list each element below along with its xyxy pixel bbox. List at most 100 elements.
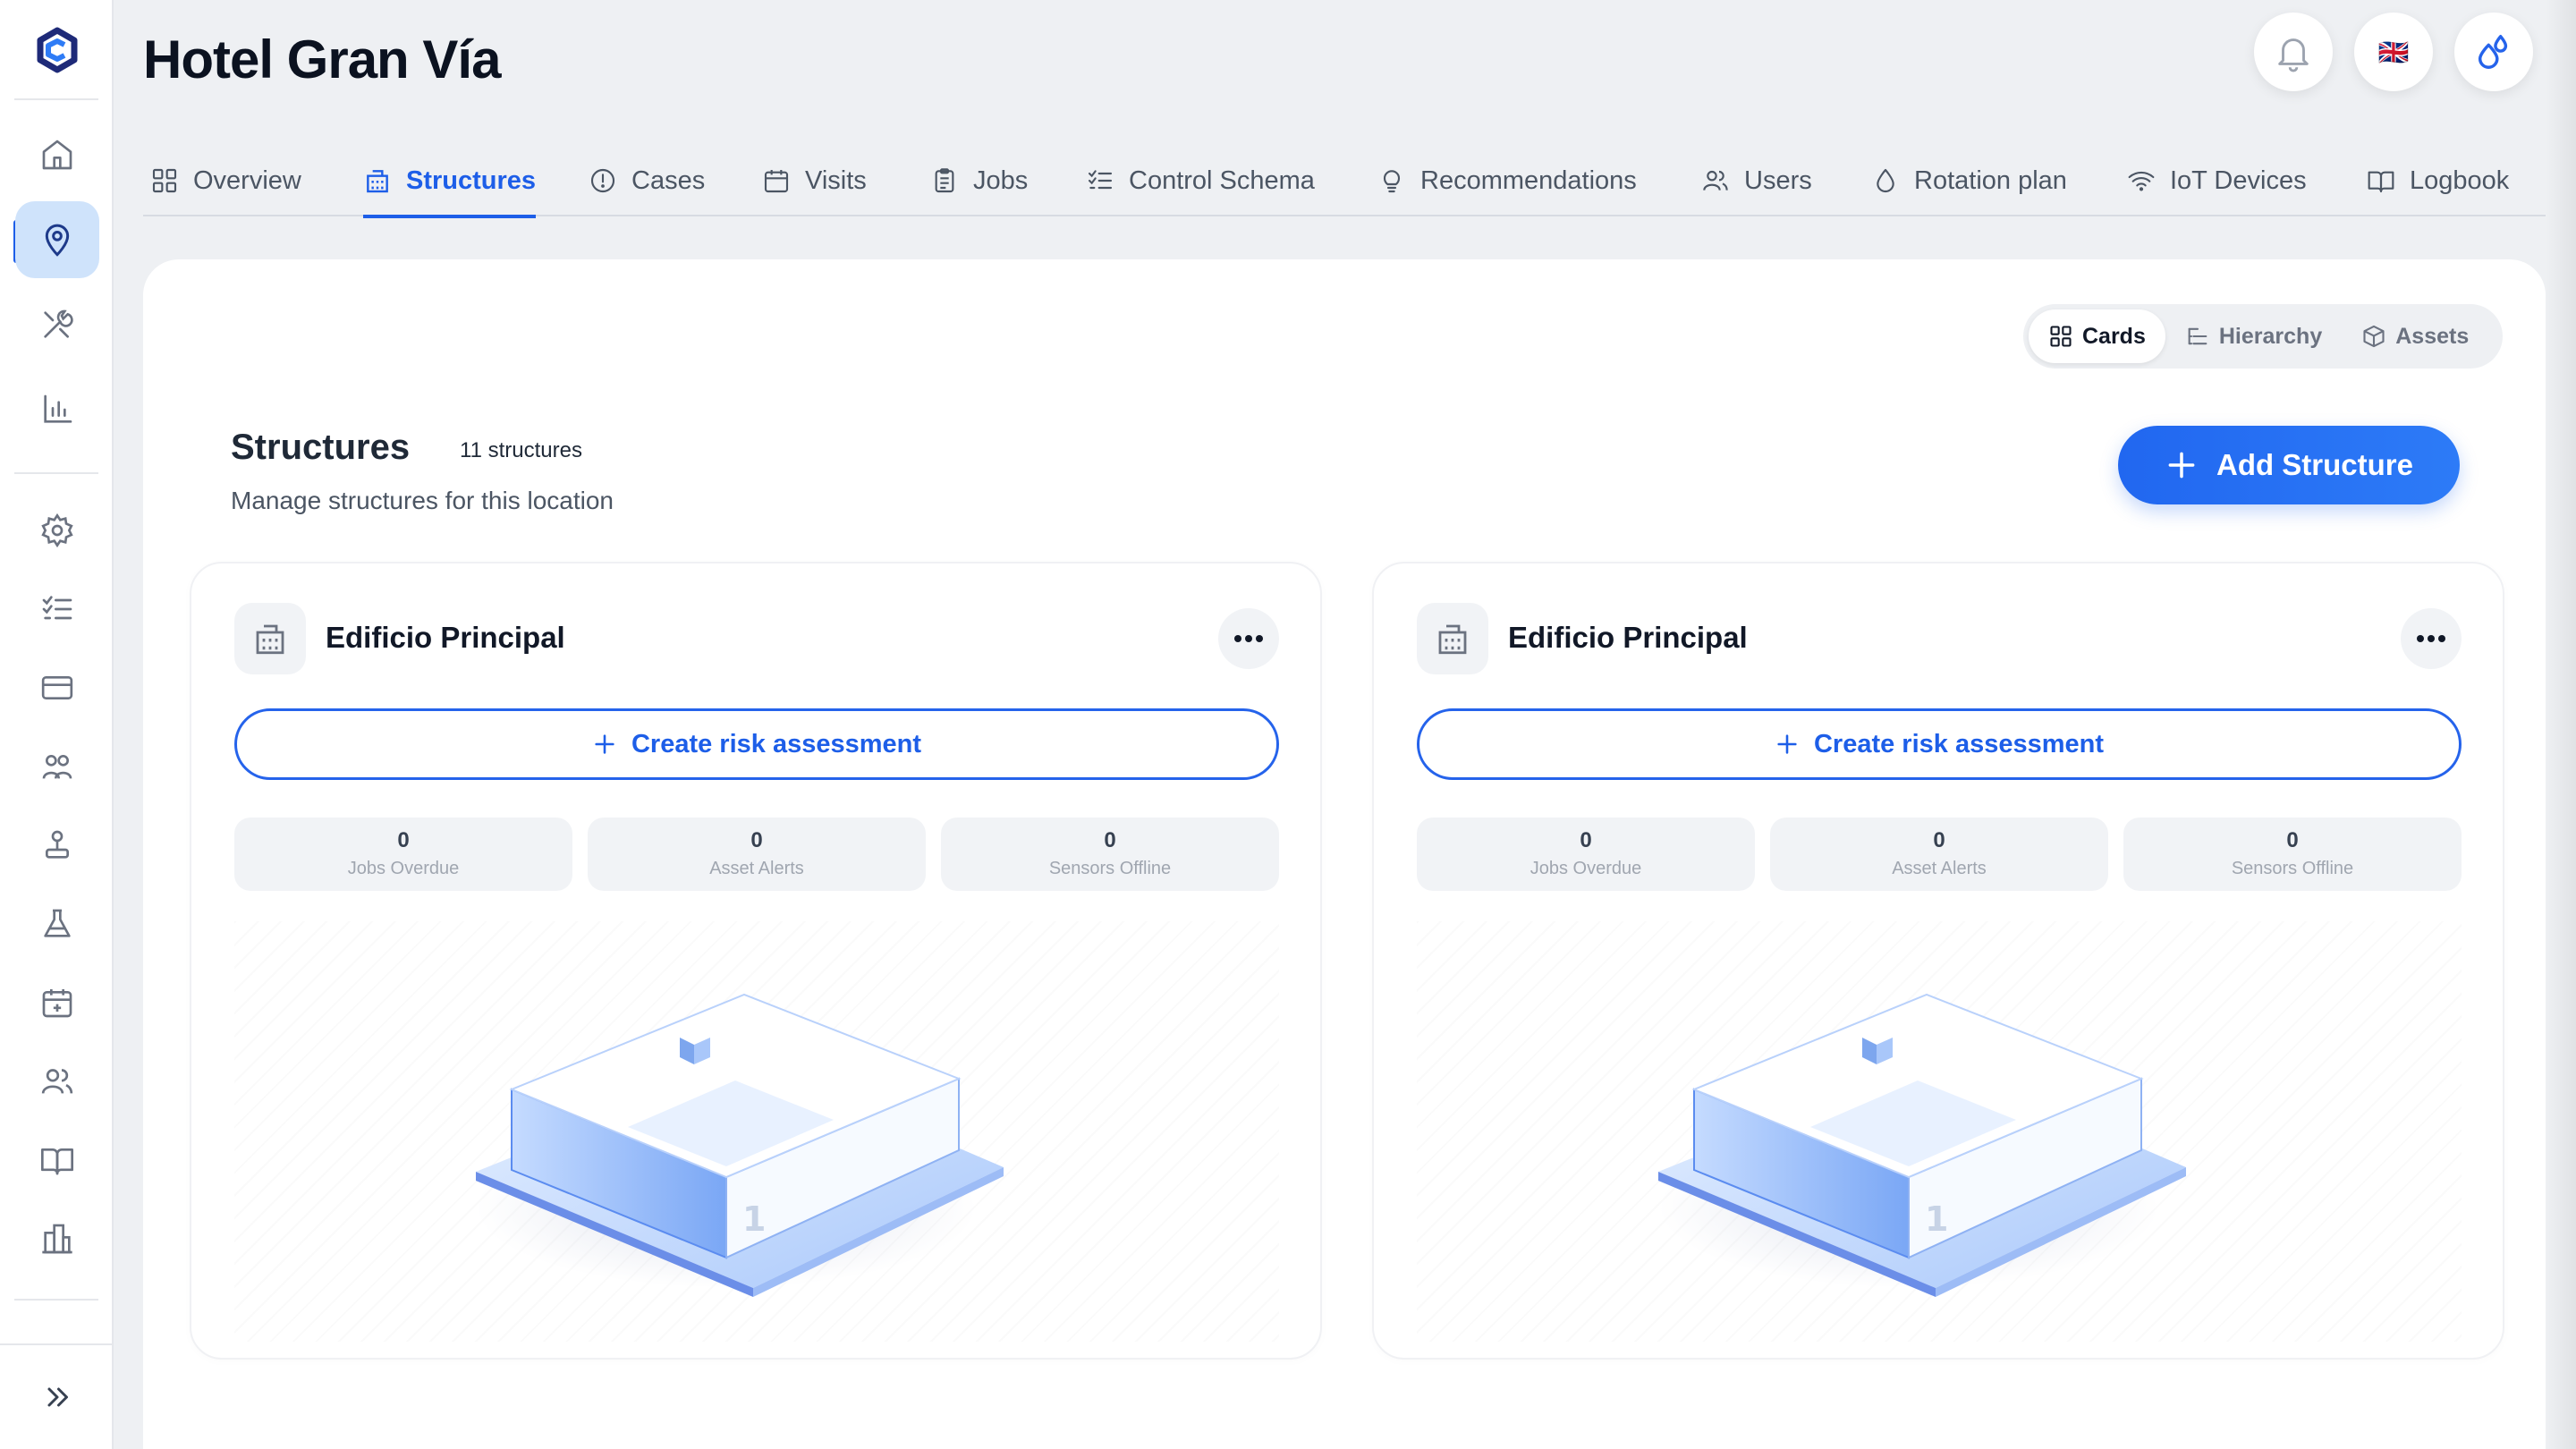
stat-asset-alerts: 0 Asset Alerts xyxy=(588,818,926,891)
tab-label: Recommendations xyxy=(1420,165,1637,195)
stat-jobs-overdue: 0 Jobs Overdue xyxy=(1417,818,1755,891)
sidebar-item-tools[interactable] xyxy=(15,286,99,363)
more-options-button[interactable] xyxy=(2401,608,2462,669)
view-hierarchy-button[interactable]: Hierarchy xyxy=(2165,309,2342,363)
floor-label: 1 xyxy=(1925,1199,1948,1239)
tab-rotation-plan[interactable]: Rotation plan xyxy=(1871,145,2067,216)
book-open-icon xyxy=(41,1148,73,1175)
sidebar-item-calendar[interactable] xyxy=(15,964,99,1041)
sidebar-item-analytics[interactable] xyxy=(15,371,99,448)
sidebar xyxy=(0,0,114,1449)
tab-cases[interactable]: Cases xyxy=(589,145,705,216)
structure-illustration: 1 xyxy=(1417,921,2462,1342)
cube-icon xyxy=(2363,325,2385,348)
sidebar-item-docs[interactable] xyxy=(15,1122,99,1199)
tab-label: Overview xyxy=(193,165,301,195)
bar-chart-icon xyxy=(44,394,72,423)
stat-jobs-overdue: 0 Jobs Overdue xyxy=(234,818,572,891)
tab-label: Visits xyxy=(805,165,867,195)
stat-sensors-offline: 0 Sensors Offline xyxy=(941,818,1279,891)
sidebar-divider xyxy=(14,1299,98,1301)
view-cards-button[interactable]: Cards xyxy=(2029,309,2165,363)
stat-sensors-offline: 0 Sensors Offline xyxy=(2123,818,2462,891)
location-tabs: Overview Structures Cases Visits Jobs Co… xyxy=(143,145,2546,218)
view-assets-button[interactable]: Assets xyxy=(2342,309,2488,363)
view-toggle: Cards Hierarchy Assets xyxy=(2023,304,2503,369)
tab-label: Jobs xyxy=(973,165,1029,195)
structure-card[interactable]: Edificio Principal Create risk assessmen… xyxy=(190,562,1322,1360)
hierarchy-icon xyxy=(2188,327,2207,345)
bell-icon xyxy=(2278,38,2309,72)
stat-value: 0 xyxy=(2286,828,2299,852)
stat-label: Sensors Offline xyxy=(1048,859,1172,878)
home-icon xyxy=(42,140,72,170)
tab-overview[interactable]: Overview xyxy=(150,145,301,216)
sidebar-item-controls[interactable] xyxy=(15,807,99,884)
tab-visits[interactable]: Visits xyxy=(762,145,867,216)
stat-label: Asset Alerts xyxy=(1892,859,1987,878)
sidebar-item-checklists[interactable] xyxy=(15,571,99,648)
isometric-building-illustration: 1 xyxy=(476,993,1004,1297)
risk-button-label: Create risk assessment xyxy=(631,729,922,758)
structure-icon-box xyxy=(1417,603,1488,674)
lightbulb-icon xyxy=(1383,170,1401,193)
tab-label: Control Schema xyxy=(1129,165,1315,195)
calendar-icon xyxy=(764,170,789,193)
tab-logbook[interactable]: Logbook xyxy=(2367,145,2509,216)
create-risk-assessment-button[interactable]: Create risk assessment xyxy=(1417,708,2462,780)
wifi-icon xyxy=(2128,171,2155,191)
tab-control-schema[interactable]: Control Schema xyxy=(1086,145,1315,216)
tab-label: Structures xyxy=(406,165,537,195)
sidebar-item-users[interactable] xyxy=(15,1043,99,1120)
risk-button-label: Create risk assessment xyxy=(1813,729,2105,758)
tab-recommendations[interactable]: Recommendations xyxy=(1377,145,1637,216)
sidebar-item-home[interactable] xyxy=(15,116,99,193)
scroll-edge xyxy=(2546,0,2576,1449)
stat-label: Jobs Overdue xyxy=(1530,859,1642,878)
grid-icon xyxy=(2050,326,2072,347)
calendar-plus-icon xyxy=(42,989,72,1018)
structure-icon-box xyxy=(234,603,306,674)
structures-count: 11 structures xyxy=(460,438,582,462)
sidebar-divider xyxy=(14,98,98,100)
profile-button[interactable] xyxy=(2454,13,2533,91)
language-button[interactable]: 🇬🇧 xyxy=(2354,13,2433,91)
app-logo[interactable] xyxy=(34,27,80,73)
clipboard-icon xyxy=(935,168,954,193)
map-pin-icon xyxy=(45,224,70,257)
structure-card[interactable]: Edificio Principal Create risk assessmen… xyxy=(1372,562,2504,1360)
view-cards-label: Cards xyxy=(2082,323,2146,349)
sidebar-item-teams[interactable] xyxy=(15,728,99,805)
tab-label: Rotation plan xyxy=(1914,165,2067,195)
add-structure-button[interactable]: Add Structure xyxy=(2118,426,2460,504)
building-icon xyxy=(367,170,388,193)
more-options-button[interactable] xyxy=(1218,608,1279,669)
sidebar-item-billing[interactable] xyxy=(15,649,99,726)
view-hierarchy-label: Hierarchy xyxy=(2218,323,2323,349)
tab-iot-devices[interactable]: IoT Devices xyxy=(2127,145,2307,216)
tab-structures[interactable]: Structures xyxy=(363,145,537,218)
create-risk-assessment-button[interactable]: Create risk assessment xyxy=(234,708,1279,780)
checklist-icon xyxy=(42,596,72,620)
sidebar-item-buildings[interactable] xyxy=(15,1200,99,1277)
uk-flag-icon: 🇬🇧 xyxy=(2377,38,2410,66)
chevrons-right-icon xyxy=(47,1387,68,1407)
sidebar-item-settings[interactable] xyxy=(15,492,99,569)
tab-label: Logbook xyxy=(2410,165,2510,195)
gear-icon xyxy=(41,513,73,548)
structure-title: Edificio Principal xyxy=(1508,621,1748,654)
tools-icon xyxy=(44,309,73,338)
sidebar-item-lab[interactable] xyxy=(15,886,99,962)
sidebar-expand-button[interactable] xyxy=(0,1343,114,1449)
stat-value: 0 xyxy=(750,828,763,852)
notifications-button[interactable] xyxy=(2254,13,2333,91)
tab-jobs[interactable]: Jobs xyxy=(930,145,1028,216)
droplet-icon xyxy=(1877,168,1894,193)
stat-value: 0 xyxy=(397,828,410,852)
stat-label: Sensors Offline xyxy=(2231,859,2354,878)
sidebar-divider xyxy=(14,472,98,474)
plus-icon xyxy=(595,734,614,754)
tab-users[interactable]: Users xyxy=(1701,145,1812,216)
sidebar-item-locations[interactable] xyxy=(15,201,99,278)
floor-label: 1 xyxy=(742,1199,766,1239)
